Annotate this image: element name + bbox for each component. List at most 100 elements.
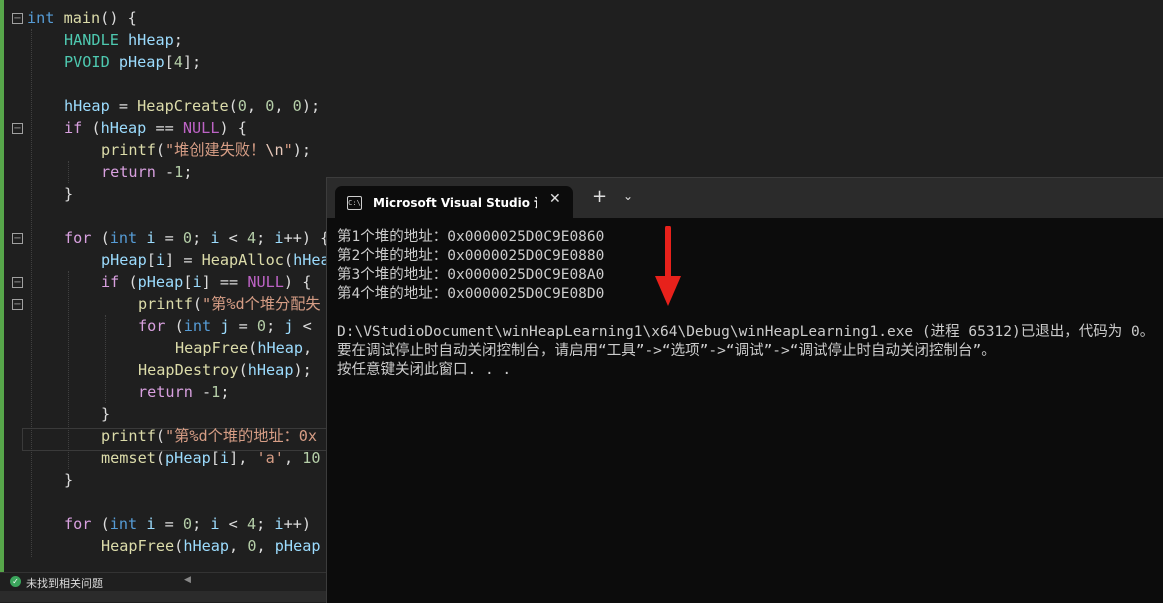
- code-token: (: [155, 141, 166, 159]
- fold-collapse-icon[interactable]: −: [12, 233, 23, 244]
- code-token: (: [228, 97, 238, 115]
- code-token: i: [219, 449, 230, 467]
- code-token: [: [210, 449, 220, 467]
- code-line[interactable]: PVOID pHeap[4];: [64, 51, 201, 73]
- code-line[interactable]: pHeap[i] = HeapAlloc(hHeap: [101, 249, 339, 271]
- code-token: =: [155, 515, 183, 533]
- fold-collapse-icon[interactable]: −: [12, 277, 23, 288]
- code-token: [: [164, 53, 174, 71]
- code-token: hHeap: [100, 119, 147, 137]
- red-down-arrow-icon: [655, 226, 681, 306]
- code-token: ,: [283, 449, 303, 467]
- code-token: 0: [237, 97, 247, 115]
- fold-collapse-icon[interactable]: −: [12, 13, 23, 24]
- code-token: if: [101, 273, 120, 291]
- code-token: ];: [182, 53, 202, 71]
- check-circle-icon[interactable]: ✓: [10, 576, 21, 587]
- code-token: HeapFree: [175, 339, 249, 357]
- code-line[interactable]: HANDLE hHeap;: [64, 29, 183, 51]
- code-token: (: [91, 229, 110, 247]
- code-line[interactable]: if (pHeap[i] == NULL) {: [101, 271, 311, 293]
- code-token: for: [64, 229, 92, 247]
- code-token: (: [91, 515, 110, 533]
- code-token: NULL: [247, 273, 284, 291]
- code-line[interactable]: printf("堆创建失败！\n");: [101, 139, 311, 161]
- code-line[interactable]: printf("第%d个堆分配失: [138, 293, 321, 315]
- code-token: <: [219, 515, 247, 533]
- code-token: pHeap: [137, 273, 184, 291]
- code-token: HeapCreate: [137, 97, 229, 115]
- code-token: 4: [246, 229, 257, 247]
- console-tab[interactable]: C:\ Microsoft Visual Studio 调试控制台 ✕: [335, 186, 573, 219]
- chevron-down-icon[interactable]: ⌄: [623, 189, 633, 203]
- code-line[interactable]: return -1;: [138, 381, 229, 403]
- code-line[interactable]: memset(pHeap[i], 'a', 10: [101, 447, 321, 469]
- code-token: (: [174, 537, 184, 555]
- code-token: for: [138, 317, 166, 335]
- code-token: return: [101, 163, 156, 181]
- horizontal-scrollbar[interactable]: [0, 591, 327, 602]
- console-line: 第1个堆的地址：0x0000025D0C9E0860: [337, 229, 605, 245]
- console-line: 第4个堆的地址：0x0000025D0C9E08D0: [337, 286, 605, 302]
- code-line[interactable]: hHeap = HeapCreate(0, 0, 0);: [64, 95, 320, 117]
- code-line[interactable]: }: [64, 469, 73, 491]
- code-token: HeapAlloc: [201, 251, 284, 269]
- code-token: 10: [302, 449, 321, 467]
- new-tab-button[interactable]: +: [592, 188, 607, 206]
- code-token: <: [293, 317, 321, 335]
- code-line[interactable]: if (hHeap == NULL) {: [64, 117, 247, 139]
- code-token: 'a': [256, 449, 284, 467]
- code-token: ;: [192, 515, 211, 533]
- status-bar: ✓ 未找到相关问题 ◀: [0, 572, 327, 591]
- code-line[interactable]: for (int j = 0; j <: [138, 315, 321, 337]
- code-line[interactable]: }: [64, 183, 73, 205]
- code-token: ,: [303, 339, 322, 357]
- code-token: -: [192, 383, 212, 401]
- code-line[interactable]: int main() {: [27, 7, 137, 29]
- code-token: ) {: [219, 119, 247, 137]
- code-token: NULL: [182, 119, 220, 137]
- status-text[interactable]: 未找到相关问题: [26, 575, 103, 591]
- code-line[interactable]: HeapFree(hHeap, 0, pHeap: [101, 535, 321, 557]
- code-token: printf: [101, 141, 156, 159]
- fold-collapse-icon[interactable]: −: [12, 123, 23, 134]
- scroll-left-icon[interactable]: ◀: [184, 575, 194, 587]
- code-token: "第%d个堆分配失: [202, 295, 321, 313]
- code-line[interactable]: printf("第%d个堆的地址：0x: [101, 425, 317, 447]
- console-titlebar[interactable]: C:\ Microsoft Visual Studio 调试控制台 ✕ + ⌄: [327, 178, 1163, 219]
- code-token: 4: [173, 53, 183, 71]
- close-tab-button[interactable]: ✕: [549, 191, 561, 207]
- code-token: ) {: [283, 273, 312, 291]
- code-token: hHeap: [128, 31, 174, 49]
- code-line[interactable]: HeapDestroy(hHeap);: [138, 359, 312, 381]
- debug-console-window[interactable]: C:\ Microsoft Visual Studio 调试控制台 ✕ + ⌄ …: [326, 177, 1163, 603]
- code-token: hHeap: [247, 361, 294, 379]
- code-token: pHeap: [165, 449, 211, 467]
- code-token: (: [165, 317, 184, 335]
- code-token: );: [292, 141, 312, 159]
- terminal-icon: C:\: [347, 196, 362, 210]
- code-token: \n: [265, 141, 284, 159]
- code-token: 0: [256, 317, 267, 335]
- code-token: ;: [192, 229, 211, 247]
- code-token: ++) {: [283, 229, 330, 247]
- code-token: );: [293, 361, 312, 379]
- code-token: if: [64, 119, 83, 137]
- code-line[interactable]: HeapFree(hHeap,: [175, 337, 321, 359]
- code-token: ,: [274, 97, 293, 115]
- code-token: ;: [266, 317, 285, 335]
- code-line[interactable]: }: [101, 403, 110, 425]
- code-token: (: [248, 339, 258, 357]
- code-token: (: [82, 119, 101, 137]
- code-token: ;: [183, 163, 193, 181]
- code-line[interactable]: for (int i = 0; i < 4; i++) {: [64, 227, 329, 249]
- fold-collapse-icon[interactable]: −: [12, 299, 23, 310]
- code-line[interactable]: return -1;: [101, 161, 192, 183]
- code-token: ] ==: [201, 273, 248, 291]
- code-token: 0: [182, 229, 193, 247]
- code-line[interactable]: for (int i = 0; i < 4; i++): [64, 513, 311, 535]
- indent-guide: [68, 271, 69, 469]
- code-token: );: [301, 97, 321, 115]
